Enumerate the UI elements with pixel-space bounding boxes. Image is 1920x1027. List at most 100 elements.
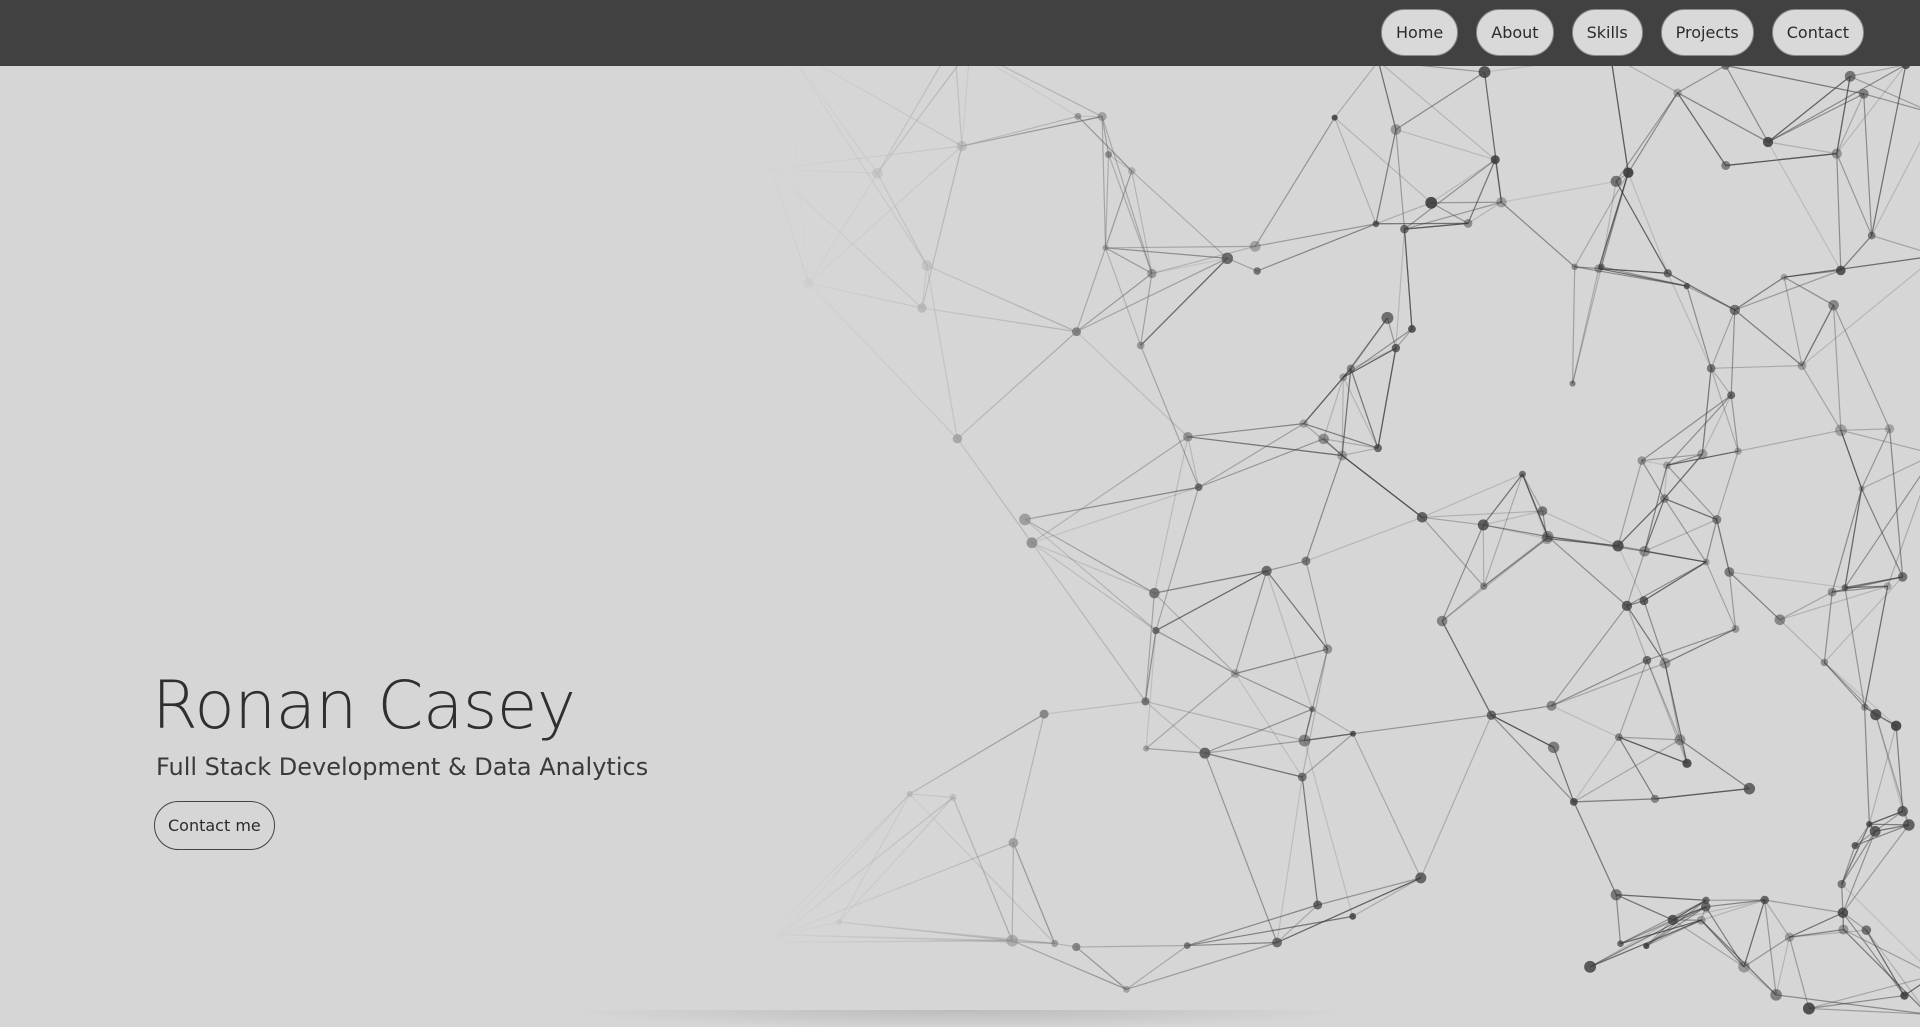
- nav-about-button[interactable]: About: [1476, 9, 1554, 56]
- network-edge: [760, 793, 911, 943]
- network-edge: [1701, 394, 1732, 455]
- network-node: [1617, 940, 1624, 947]
- network-node: [1074, 112, 1082, 120]
- network-edge: [779, 793, 911, 936]
- network-edge: [1395, 229, 1406, 349]
- network-node: [1774, 614, 1786, 626]
- nav-skills-button[interactable]: Skills: [1571, 9, 1643, 56]
- network-edge: [1234, 570, 1268, 674]
- network-edge: [1664, 497, 1718, 521]
- network-node: [1729, 304, 1740, 316]
- network-node: [1760, 895, 1769, 905]
- network-node: [1373, 444, 1382, 453]
- network-edge: [1728, 571, 1781, 621]
- network-edge: [1126, 941, 1278, 990]
- network-edge: [1235, 648, 1328, 675]
- network-node: [1006, 934, 1019, 947]
- network-node: [1643, 942, 1650, 949]
- network-edge: [1421, 473, 1523, 518]
- network-node: [1102, 244, 1109, 251]
- network-edge: [1403, 229, 1413, 330]
- network-edge: [1627, 172, 1669, 274]
- network-edge: [1626, 605, 1648, 661]
- network-node: [1712, 515, 1722, 525]
- network-node: [1337, 450, 1348, 461]
- network-node: [1408, 325, 1416, 333]
- network-edge: [1823, 576, 1904, 663]
- network-edge: [1031, 486, 1199, 544]
- network-node: [906, 790, 913, 798]
- network-edge: [1767, 141, 1842, 271]
- network-node: [1697, 449, 1708, 460]
- network-edge: [1889, 428, 1904, 577]
- network-edge: [1011, 842, 1015, 941]
- network-node: [1152, 626, 1160, 635]
- network-edge: [1644, 465, 1668, 552]
- network-edge: [1024, 519, 1157, 632]
- network-node: [1731, 625, 1740, 633]
- network-edge: [838, 797, 954, 923]
- network-node: [1199, 747, 1211, 759]
- nav-projects-button[interactable]: Projects: [1660, 9, 1754, 56]
- network-edge: [876, 172, 928, 266]
- network-node: [1870, 709, 1882, 721]
- network-edge: [1104, 154, 1110, 248]
- network-node: [1490, 155, 1500, 165]
- network-node: [1105, 151, 1113, 158]
- network-edge: [1276, 776, 1303, 943]
- network-edge: [1775, 937, 1791, 996]
- hero-title: Ronan Casey: [152, 667, 576, 744]
- network-node: [1149, 587, 1160, 599]
- network-edge: [1743, 899, 1766, 968]
- network-edge: [1861, 428, 1891, 489]
- network-node: [1784, 932, 1795, 942]
- network-node: [1301, 556, 1311, 566]
- network-edge: [1808, 994, 1905, 1010]
- network-edge: [1738, 429, 1842, 452]
- network-node: [1143, 745, 1150, 752]
- network-edge: [1154, 570, 1267, 594]
- network-edge: [1553, 747, 1575, 803]
- hero-section: Ronan Casey Full Stack Development & Dat…: [152, 667, 648, 850]
- network-node: [1400, 224, 1409, 234]
- network-node: [1700, 902, 1711, 912]
- network-edge: [1024, 486, 1199, 521]
- network-node: [1486, 710, 1497, 720]
- network-edge: [1323, 377, 1344, 440]
- network-edge: [1832, 305, 1842, 431]
- network-edge: [1075, 946, 1127, 990]
- network-node: [1841, 584, 1849, 591]
- network-edge: [1641, 460, 1665, 499]
- navbar: Home About Skills Projects Contact: [0, 0, 1920, 66]
- network-edge: [1431, 201, 1502, 204]
- network-node: [1858, 88, 1869, 99]
- network-node: [1350, 730, 1357, 737]
- network-node: [1571, 263, 1579, 271]
- network-node: [917, 303, 927, 313]
- network-node: [1621, 600, 1633, 611]
- network-node: [1331, 114, 1338, 121]
- network-edges: [760, 40, 1920, 1015]
- network-node: [1610, 889, 1622, 901]
- network-edge: [1573, 798, 1656, 803]
- network-node: [1141, 697, 1150, 706]
- network-node: [775, 929, 785, 940]
- network-node: [1828, 299, 1839, 311]
- network-node: [1667, 914, 1678, 925]
- network-node: [1391, 343, 1401, 353]
- network-edge: [1342, 447, 1379, 457]
- contact-me-button[interactable]: Contact me: [154, 800, 275, 850]
- network-edge: [956, 438, 1033, 544]
- network-edge: [1301, 776, 1319, 906]
- nav-contact-button[interactable]: Contact: [1771, 9, 1864, 56]
- network-node: [1851, 842, 1859, 850]
- network-edge: [909, 793, 954, 799]
- network-edge: [1377, 348, 1397, 449]
- network-node: [1249, 240, 1261, 252]
- nav-home-button[interactable]: Home: [1381, 9, 1459, 56]
- network-edge: [1711, 365, 1802, 369]
- network-edge: [1305, 455, 1343, 562]
- network-node: [1743, 782, 1756, 795]
- network-node: [1820, 658, 1829, 667]
- network-node: [1827, 587, 1837, 597]
